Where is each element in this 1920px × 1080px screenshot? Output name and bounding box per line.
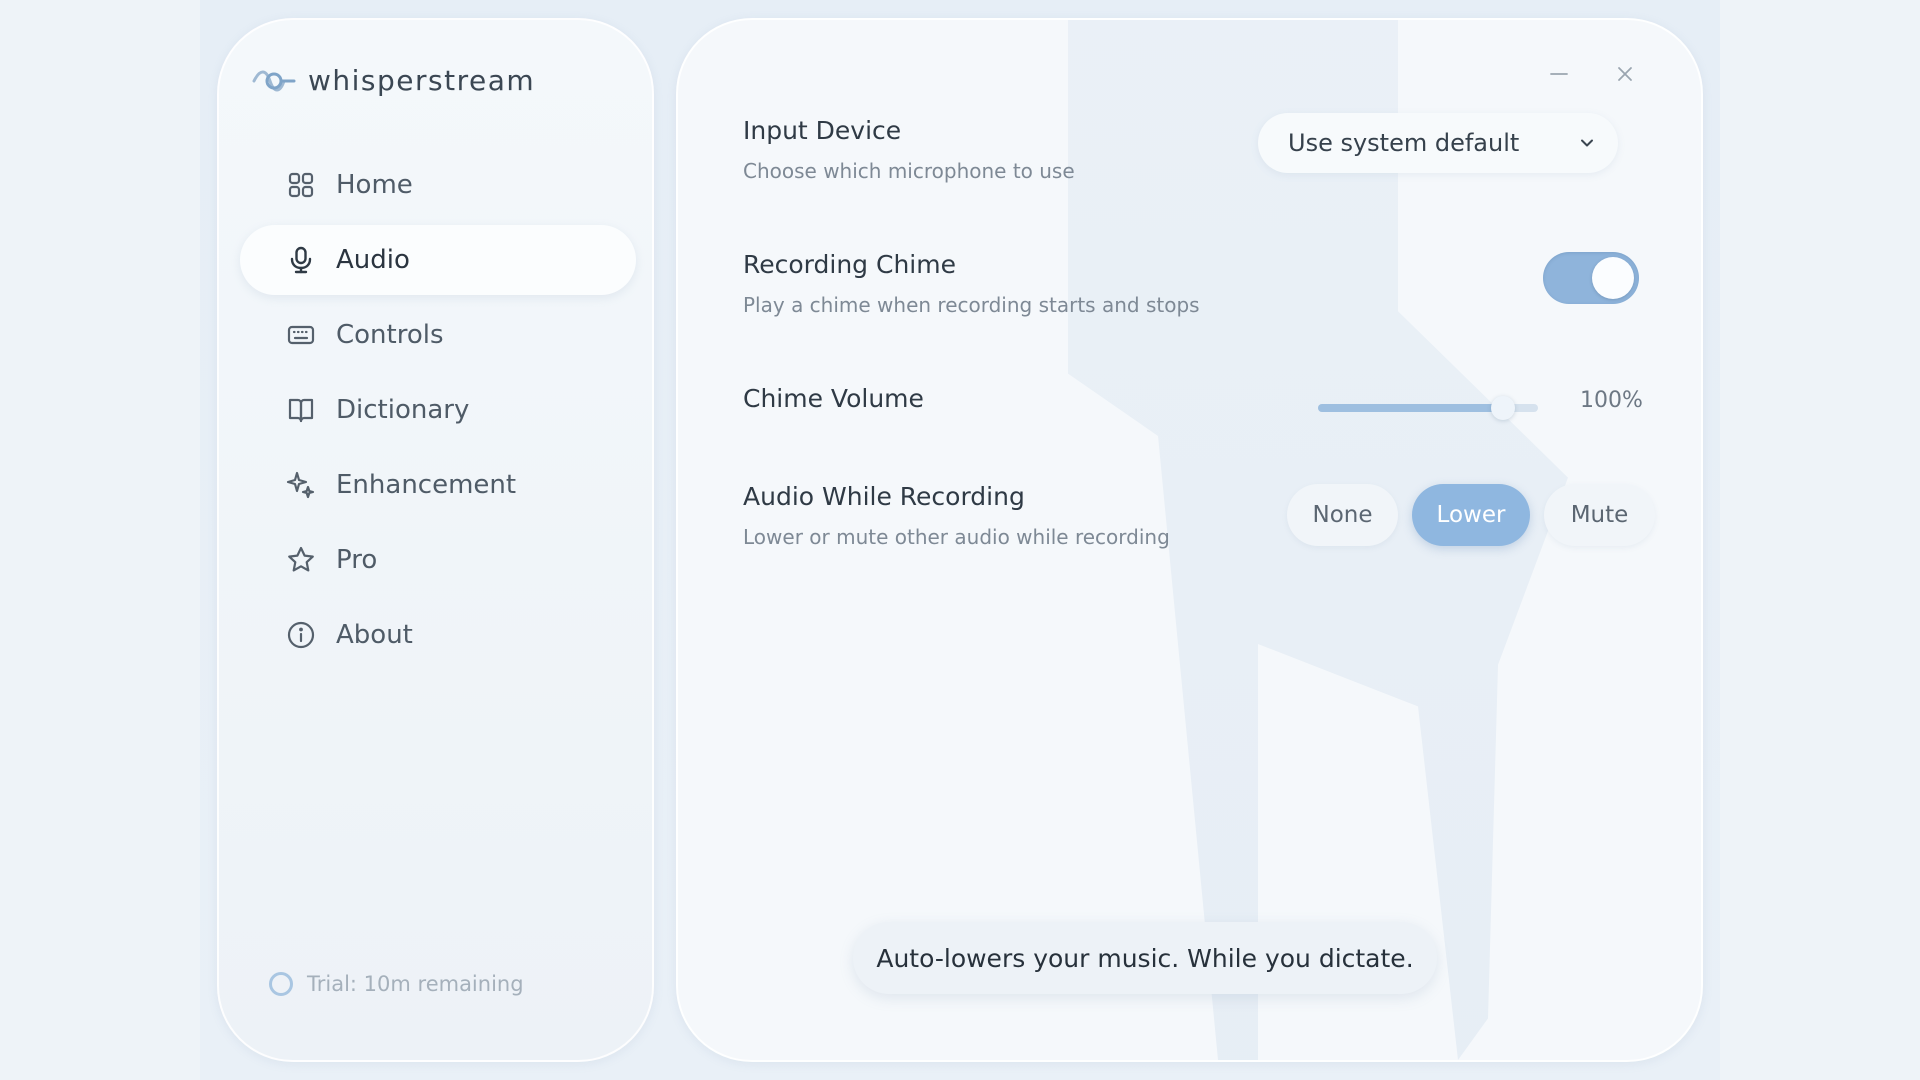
sidebar-item-label: Home: [336, 170, 413, 200]
trial-progress-ring-icon: [269, 972, 293, 996]
sidebar-item-label: Dictionary: [336, 395, 470, 425]
setting-description: Choose which microphone to use: [743, 159, 1075, 183]
minimize-icon: [1550, 73, 1568, 75]
setting-title: Audio While Recording: [743, 482, 1025, 511]
book-icon: [286, 395, 316, 425]
setting-title: Recording Chime: [743, 250, 956, 279]
sidebar-item-label: Controls: [336, 320, 444, 350]
sidebar-nav: Home Audio Controls Dictionary Enhanceme…: [240, 150, 636, 675]
input-device-select[interactable]: Use system default: [1258, 113, 1618, 173]
sidebar-item-label: About: [336, 620, 413, 650]
microphone-icon: [286, 245, 316, 275]
setting-chime-volume: Chime Volume: [743, 384, 924, 413]
toggle-knob: [1592, 257, 1634, 299]
sidebar-item-dictionary[interactable]: Dictionary: [240, 375, 636, 445]
select-value: Use system default: [1288, 129, 1520, 157]
sidebar-item-label: Enhancement: [336, 470, 517, 500]
sidebar-item-label: Audio: [336, 245, 410, 275]
trial-text: Trial: 10m remaining: [307, 972, 524, 996]
info-icon: [286, 620, 316, 650]
chime-volume-value: 100%: [1580, 388, 1643, 413]
sidebar-item-pro[interactable]: Pro: [240, 525, 636, 595]
recording-chime-toggle[interactable]: [1543, 252, 1639, 304]
sidebar-item-enhancement[interactable]: Enhancement: [240, 450, 636, 520]
keyboard-icon: [286, 320, 316, 350]
minimize-button[interactable]: [1545, 60, 1573, 88]
sidebar: whisperstream Home Audio Controls Dictio…: [217, 18, 654, 1062]
waveform-logo-icon: [252, 70, 296, 91]
brand: whisperstream: [252, 64, 535, 97]
settings-panel: Input Device Choose which microphone to …: [676, 18, 1703, 1062]
segment-none[interactable]: None: [1287, 484, 1398, 546]
setting-title: Chime Volume: [743, 384, 924, 413]
slider-fill: [1318, 404, 1503, 412]
setting-input-device: Input Device Choose which microphone to …: [743, 116, 1075, 183]
trial-status: Trial: 10m remaining: [269, 972, 524, 996]
grid-icon: [286, 170, 316, 200]
sparkle-icon: [286, 470, 316, 500]
star-icon: [286, 545, 316, 575]
info-banner: Auto-lowers your music. While you dictat…: [853, 922, 1437, 994]
segment-lower[interactable]: Lower: [1412, 484, 1530, 546]
chevron-down-icon: [1581, 139, 1593, 147]
chime-volume-slider[interactable]: [1318, 396, 1538, 420]
sidebar-item-label: Pro: [336, 545, 378, 575]
window-controls: [1545, 60, 1639, 88]
setting-description: Lower or mute other audio while recordin…: [743, 525, 1170, 549]
sidebar-item-about[interactable]: About: [240, 600, 636, 670]
sidebar-item-home[interactable]: Home: [240, 150, 636, 220]
setting-recording-chime: Recording Chime Play a chime when record…: [743, 250, 1200, 317]
setting-title: Input Device: [743, 116, 902, 145]
setting-audio-while-recording: Audio While Recording Lower or mute othe…: [743, 482, 1170, 549]
close-icon: [1618, 67, 1632, 81]
close-button[interactable]: [1611, 60, 1639, 88]
slider-thumb[interactable]: [1491, 396, 1515, 420]
setting-description: Play a chime when recording starts and s…: [743, 293, 1200, 317]
app-name: whisperstream: [308, 64, 536, 97]
audio-while-recording-segmented: None Lower Mute: [1287, 484, 1655, 546]
segment-mute[interactable]: Mute: [1544, 484, 1655, 546]
sidebar-item-audio[interactable]: Audio: [240, 225, 636, 295]
sidebar-item-controls[interactable]: Controls: [240, 300, 636, 370]
